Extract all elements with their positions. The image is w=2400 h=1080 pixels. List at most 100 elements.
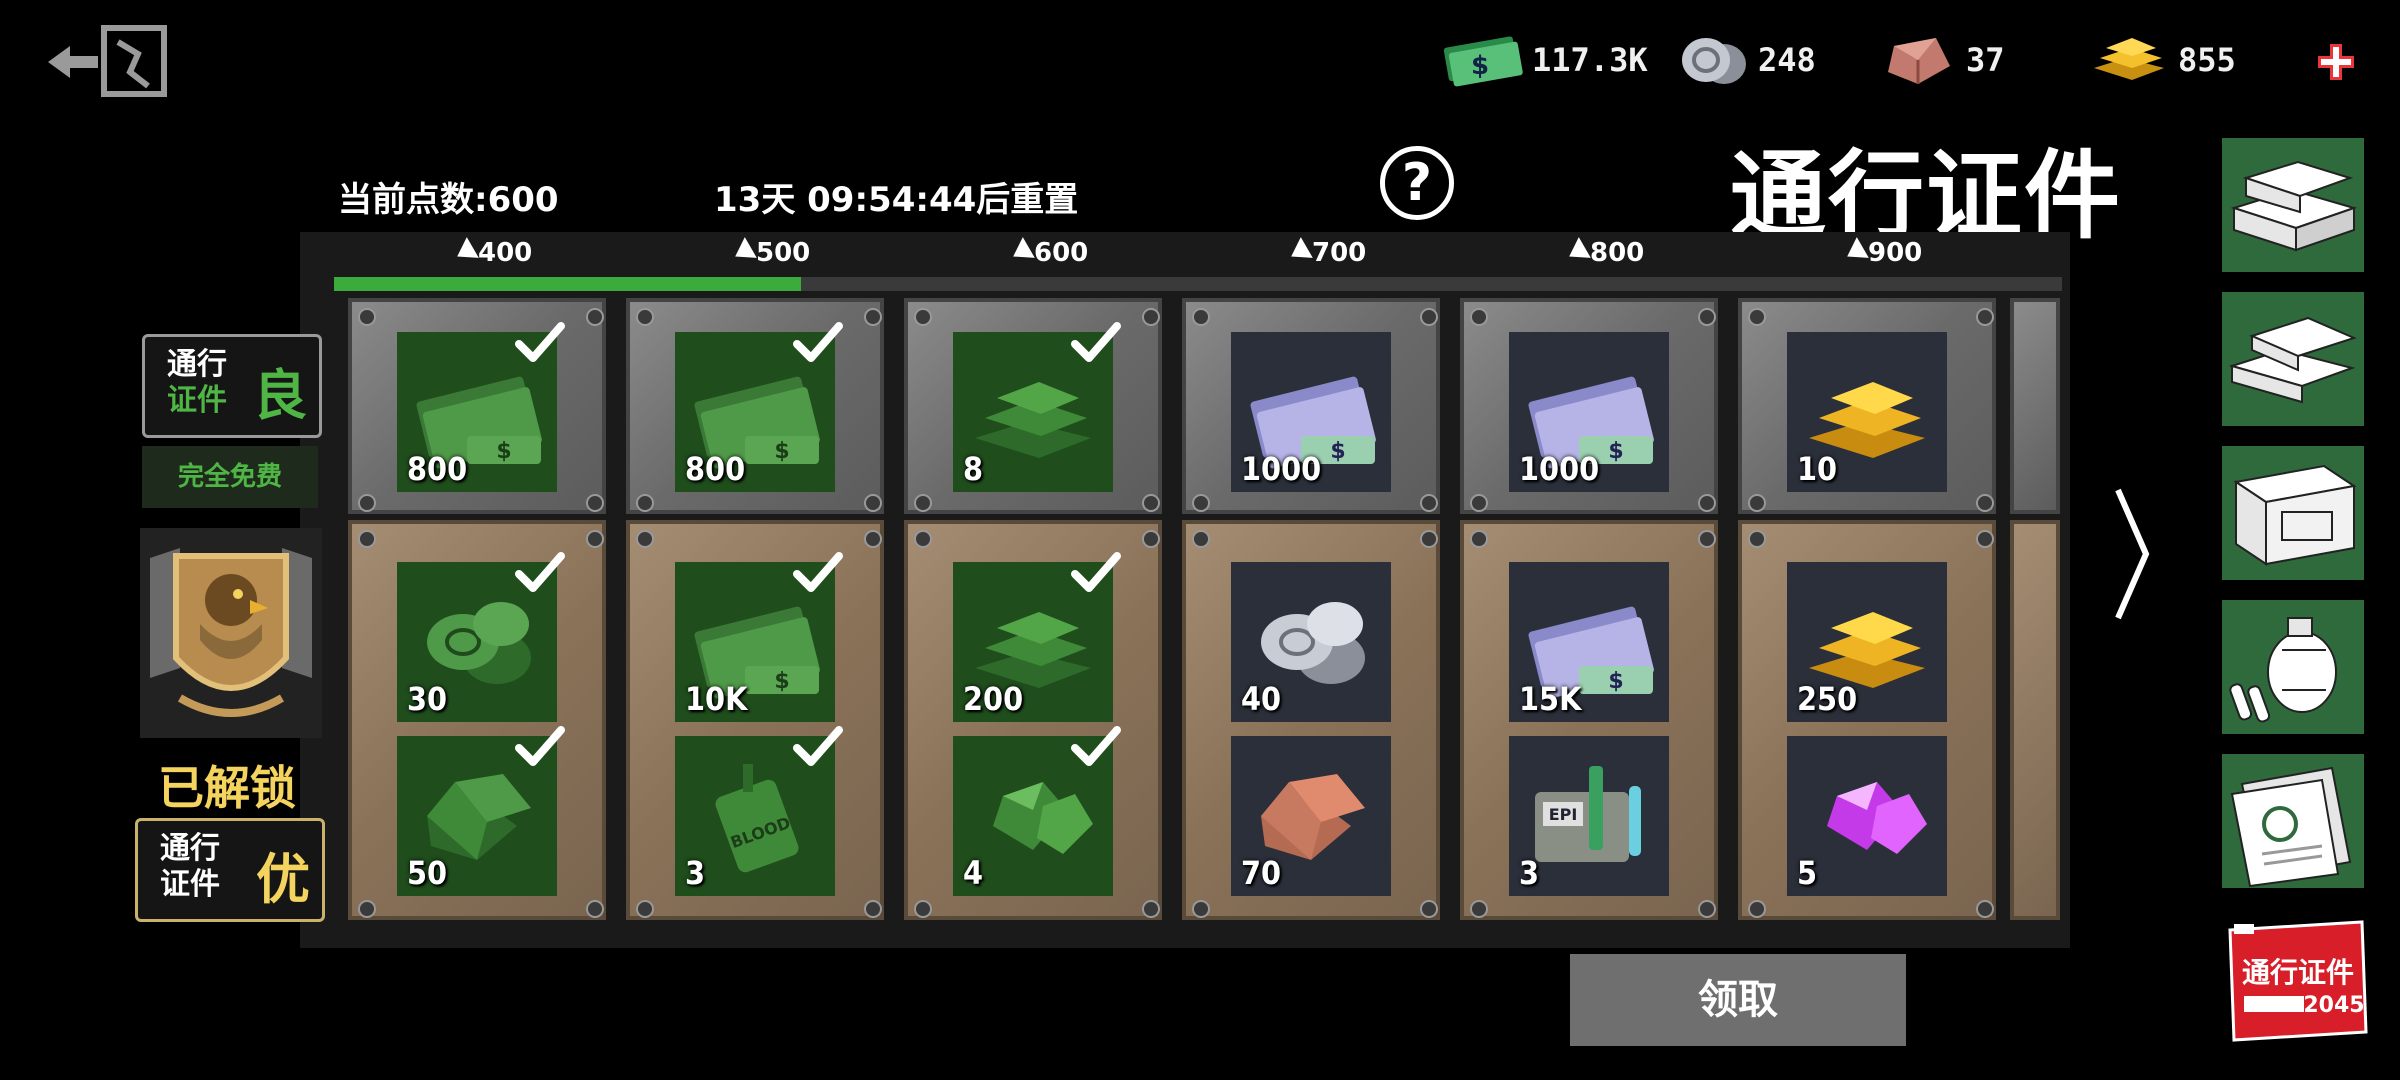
- reward-slot: 30: [397, 552, 565, 722]
- rivet: [1698, 900, 1716, 918]
- reward-slot: BLOOD 3: [675, 726, 843, 896]
- copper-crystal-icon: [1888, 38, 1950, 84]
- reward-qty: 15K: [1519, 680, 1582, 718]
- premium-reward-card[interactable]: 200 4: [904, 520, 1162, 920]
- reset-timer: 13天 09:54:44后重置: [714, 180, 1079, 220]
- rivet: [914, 530, 932, 548]
- purple-gem-icon: [1827, 782, 1927, 854]
- reward-qty: 800: [407, 450, 468, 488]
- rivet: [1420, 530, 1438, 548]
- rivet: [1192, 494, 1210, 512]
- svg-text:$: $: [496, 439, 511, 464]
- rivet: [864, 900, 882, 918]
- unlocked-status: 已解锁: [158, 761, 296, 815]
- claim-button[interactable]: 领取: [1570, 954, 1906, 1046]
- free-reward-card[interactable]: $ 1000: [1182, 298, 1440, 514]
- svg-text:$: $: [1608, 669, 1623, 694]
- rivet: [358, 530, 376, 548]
- rivet: [914, 308, 932, 326]
- next-page-arrow[interactable]: [2112, 484, 2152, 624]
- reward-qty: 1000: [1241, 450, 1322, 488]
- add-currency-button[interactable]: [2316, 42, 2356, 82]
- sidebar-cash[interactable]: [2222, 292, 2364, 426]
- svg-text:$: $: [1330, 439, 1345, 464]
- rivet: [1748, 494, 1766, 512]
- milestone-600: 600: [1007, 236, 1088, 268]
- rivet: [586, 308, 604, 326]
- plus-icon: [2318, 44, 2354, 80]
- check-icon: [793, 726, 843, 766]
- rivet: [914, 494, 932, 512]
- rivet: [864, 308, 882, 326]
- premium-reward-card[interactable]: $ 15K EPI 3: [1460, 520, 1718, 920]
- reward-slot: EPI 3: [1509, 736, 1669, 896]
- sidebar-grenade[interactable]: [2222, 600, 2364, 734]
- premium-reward-card[interactable]: 30 50: [348, 520, 606, 920]
- rivet: [1976, 494, 1994, 512]
- free-reward-card[interactable]: $ 1000: [1460, 298, 1718, 514]
- rivet: [1192, 308, 1210, 326]
- free-reward-card[interactable]: 10: [1738, 298, 1996, 514]
- sidebar-crate[interactable]: [2222, 446, 2364, 580]
- rivet: [1420, 308, 1438, 326]
- reward-slot: $ 10K: [675, 552, 843, 722]
- reward-slot: 8: [953, 322, 1121, 492]
- premium-reward-card[interactable]: 250 5: [1738, 520, 1996, 920]
- rivet: [1748, 308, 1766, 326]
- rivet: [864, 530, 882, 548]
- free-tier-label: 通行 证件 良: [142, 334, 322, 438]
- help-button[interactable]: ?: [1380, 146, 1454, 220]
- premium-reward-card[interactable]: $ 10K BLOOD 3: [626, 520, 884, 920]
- rivet: [358, 308, 376, 326]
- reward-qty: 3: [1519, 854, 1540, 892]
- milestone-500: 500: [729, 236, 810, 268]
- rivet: [1748, 900, 1766, 918]
- check-icon: [793, 552, 843, 592]
- grenade-ammo-icon: [2222, 600, 2364, 734]
- reward-slot: 5: [1787, 736, 1947, 896]
- svg-text:$: $: [1608, 439, 1623, 464]
- premium-tier-label: 通行 证件 优: [135, 818, 325, 922]
- rivet: [914, 900, 932, 918]
- exit-button[interactable]: [38, 22, 168, 102]
- premium-reward-card[interactable]: 40 70: [1182, 520, 1440, 920]
- pass-ticket-icon: 通行证件 2045: [2228, 920, 2368, 1042]
- rivet: [1142, 530, 1160, 548]
- svg-text:$: $: [1471, 51, 1489, 81]
- reward-slot: 200: [953, 552, 1121, 722]
- rivet: [1698, 308, 1716, 326]
- rivet: [864, 494, 882, 512]
- svg-text:$: $: [774, 439, 789, 464]
- free-reward-card[interactable]: 8: [904, 298, 1162, 514]
- reward-qty: 10: [1797, 450, 1838, 488]
- check-icon: [1071, 552, 1121, 592]
- sidebar-documents[interactable]: [2222, 754, 2364, 888]
- rivet: [1420, 900, 1438, 918]
- current-points: 当前点数:600: [338, 180, 559, 220]
- supply-crate-icon: [2222, 446, 2364, 580]
- eagle-shield-icon: [140, 528, 322, 738]
- reward-slot: 40: [1231, 562, 1391, 722]
- sidebar-gold-bars[interactable]: [2222, 138, 2364, 272]
- check-icon: [515, 552, 565, 592]
- chevron-right-icon: [2115, 488, 2150, 620]
- rivet: [636, 900, 654, 918]
- reward-qty: 800: [685, 450, 746, 488]
- reward-qty: 250: [1797, 680, 1858, 718]
- reward-qty: 30: [407, 680, 448, 718]
- rivet: [1142, 900, 1160, 918]
- rivet: [1748, 530, 1766, 548]
- reward-qty: 10K: [685, 680, 748, 718]
- free-reward-card[interactable]: $ 800: [348, 298, 606, 514]
- next-column-edge-pro: [2010, 520, 2060, 920]
- free-badge: 完全免费: [142, 446, 318, 508]
- resource-cash: $ 117.3K: [1440, 28, 1648, 92]
- rivet: [1192, 900, 1210, 918]
- check-icon: [515, 726, 565, 766]
- reward-qty: 40: [1241, 680, 1282, 718]
- pass-2045-badge[interactable]: 通行证件 2045: [2222, 912, 2370, 1046]
- cash-value: 117.3K: [1532, 41, 1648, 79]
- free-reward-card[interactable]: $ 800: [626, 298, 884, 514]
- rivet: [586, 900, 604, 918]
- free-grade: 良: [253, 363, 307, 427]
